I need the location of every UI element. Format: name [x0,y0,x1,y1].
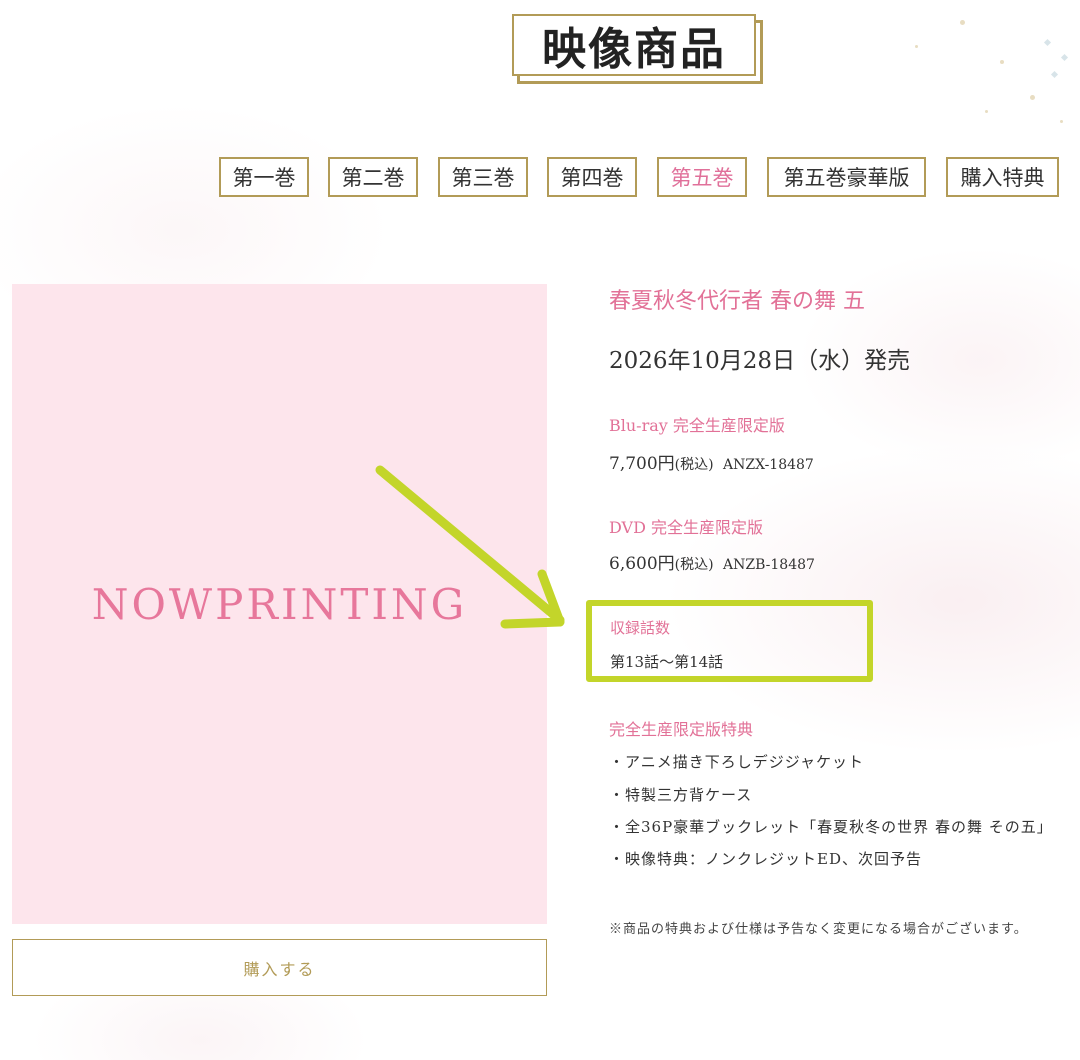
product-jacket-image: NOWPRINTING [12,284,547,924]
tab-label: 第四巻 [560,166,624,190]
tab-label: 第二巻 [341,166,405,190]
dvd-price-row: 6,600円(税込) ANZB-18487 [609,549,815,574]
bluray-label: Blu-ray 完全生産限定版 [609,416,785,435]
page-title: 映像商品 [542,24,726,75]
leaf-decoration [1043,38,1052,47]
tab-label: 第三巻 [451,166,515,190]
tab-volume-3[interactable]: 第三巻 [438,157,528,197]
bluray-price: 7,700円 [609,454,675,474]
product-title: 春夏秋冬代行者 春の舞 五 [609,289,865,314]
bonus-label: 完全生産限定版特典 [609,720,754,739]
sparkle-dot [1060,120,1063,123]
dvd-code: ANZB-18487 [723,557,815,573]
bluray-tax: (税込) [674,457,714,473]
release-date: 2026年10月28日（水）発売 [609,348,911,374]
leaf-decoration [1050,70,1059,79]
tab-volume-5[interactable]: 第五巻 [657,157,747,197]
tab-volume-5-deluxe[interactable]: 第五巻豪華版 [767,157,926,197]
dvd-price: 6,600円 [609,554,675,574]
bonus-item: ・アニメ描き下ろしデジジャケット [609,753,864,771]
tab-volume-4[interactable]: 第四巻 [547,157,637,197]
tab-volume-2[interactable]: 第二巻 [328,157,418,197]
episodes-label: 収録話数 [610,619,671,637]
dvd-tax: (税込) [674,557,714,573]
tab-purchase-bonus[interactable]: 購入特典 [946,157,1059,197]
tab-label: 第一巻 [232,166,296,190]
sparkle-dot [960,20,965,25]
heading-box: 映像商品 [512,14,756,76]
dvd-label: DVD 完全生産限定版 [609,518,764,537]
sparkle-dot [1000,60,1004,64]
sparkle-dot [915,45,918,48]
page-heading: 映像商品 [512,14,763,84]
jacket-placeholder-text: NOWPRINTING [91,579,468,629]
episodes-value: 第13話〜第14話 [610,653,724,671]
sparkle-dot [1030,95,1035,100]
tab-label: 第五巻 [670,166,734,190]
tab-label: 第五巻豪華版 [783,166,910,190]
buy-button[interactable]: 購入する [12,939,547,996]
tab-volume-1[interactable]: 第一巻 [219,157,309,197]
tab-label: 購入特典 [960,166,1045,190]
sparkle-dot [985,110,988,113]
bluray-price-row: 7,700円(税込) ANZX-18487 [609,449,814,474]
leaf-decoration [1060,53,1069,62]
bonus-item: ・特製三方背ケース [609,786,753,804]
bonus-item: ・全36P豪華ブックレット「春夏秋冬の世界 春の舞 その五」 [609,818,1053,836]
bluray-code: ANZX-18487 [723,457,814,473]
disclaimer-note: ※商品の特典および仕様は予告なく変更になる場合がございます。 [609,922,1028,937]
bonus-item: ・映像特典：ノンクレジットED、次回予告 [609,850,922,868]
